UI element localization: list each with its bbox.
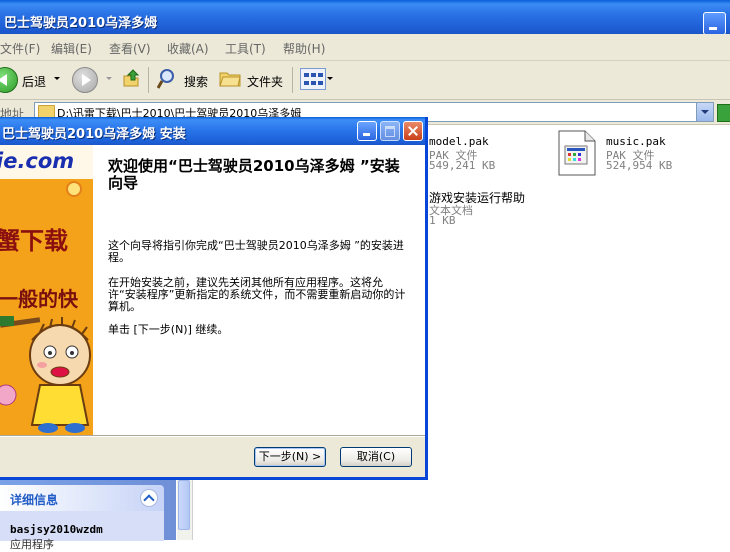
dialog-minimize-button[interactable] xyxy=(357,121,377,141)
welcome-heading: 欢迎使用“巴士驾驶员2010乌泽多姆 ”安装向导 xyxy=(108,157,400,192)
window-title: 巴士驾驶员2010乌泽多姆 xyxy=(4,16,158,31)
back-button[interactable]: 后退 xyxy=(22,73,46,90)
menu-file[interactable]: 文件(F) xyxy=(0,40,40,57)
setup-dialog: 巴士驾驶员2010乌泽多姆 安装 ie.com 蟹下载 一般的快 欢迎使用“巴士… xyxy=(0,117,428,480)
intro-paragraph: 这个向导将指引你完成“巴士驾驶员2010乌泽多姆 ”的安装进程。 xyxy=(108,239,404,264)
search-icon[interactable] xyxy=(157,67,181,91)
continue-instruction: 单击 [下一步(N)] 继续。 xyxy=(108,323,229,336)
search-button[interactable]: 搜索 xyxy=(184,73,208,90)
flower-icon xyxy=(66,181,82,197)
dialog-maximize-button xyxy=(380,121,400,141)
views-dropdown-icon[interactable] xyxy=(327,77,333,80)
folders-icon[interactable] xyxy=(219,69,241,87)
banner-text: 一般的快 xyxy=(0,287,78,311)
details-panel: 详细信息 basjsy2010wzdm 应用程序 xyxy=(0,485,164,551)
mascot-icon xyxy=(0,316,91,433)
menu-edit[interactable]: 编辑(E) xyxy=(51,40,92,57)
dialog-title-bar[interactable]: 巴士驾驶员2010乌泽多姆 安装 xyxy=(0,117,425,145)
menu-favorites[interactable]: 收藏(A) xyxy=(167,40,209,57)
file-size: 1 KB xyxy=(429,214,456,227)
pak-file-icon[interactable] xyxy=(557,130,597,176)
toolbar: 后退 搜索 文件夹 xyxy=(0,61,730,100)
back-dropdown-icon[interactable] xyxy=(54,77,60,80)
details-title: 详细信息 xyxy=(10,493,59,507)
collapse-chevron-icon[interactable] xyxy=(140,489,158,507)
advice-paragraph: 在开始安装之前，建议先关闭其他所有应用程序。这将允许“安装程序”更新指定的系统文… xyxy=(108,276,406,313)
next-button[interactable]: 下一步(N) > xyxy=(254,447,326,467)
views-icon[interactable] xyxy=(300,68,326,90)
dialog-separator xyxy=(0,435,425,437)
cancel-button[interactable]: 取消(C) xyxy=(340,447,412,467)
explorer-title-bar[interactable]: 巴士驾驶员2010乌泽多姆 xyxy=(0,0,730,35)
forward-arrow-icon[interactable] xyxy=(72,67,98,93)
forward-dropdown-icon[interactable] xyxy=(106,77,112,80)
menu-view[interactable]: 查看(V) xyxy=(109,40,151,57)
menu-tools[interactable]: 工具(T) xyxy=(225,40,266,57)
menu-bar: 文件(F) 编辑(E) 查看(V) 收藏(A) 工具(T) 帮助(H) xyxy=(0,34,730,61)
toolbar-separator xyxy=(292,67,293,93)
dialog-close-button[interactable] xyxy=(403,121,423,141)
banner-text: 蟹下载 xyxy=(0,226,68,255)
toolbar-separator xyxy=(148,67,149,93)
file-size: 524,954 KB xyxy=(606,159,673,172)
dialog-body: ie.com 蟹下载 一般的快 欢迎使用“巴士驾驶员2010乌泽多姆 ”安装向导 xyxy=(0,145,425,435)
menu-help[interactable]: 帮助(H) xyxy=(283,40,325,57)
scroll-thumb[interactable] xyxy=(178,480,190,530)
dialog-title: 巴士驾驶员2010乌泽多姆 安装 xyxy=(2,127,186,142)
minimize-button[interactable] xyxy=(703,12,726,35)
scrollbar[interactable] xyxy=(177,480,192,540)
installer-banner-image: ie.com 蟹下载 一般的快 xyxy=(0,145,93,435)
selected-item-name: basjsy2010wzdm xyxy=(10,523,103,536)
details-header[interactable]: 详细信息 xyxy=(0,485,164,511)
folders-button[interactable]: 文件夹 xyxy=(247,73,283,90)
banner-logo: ie.com xyxy=(0,149,75,173)
folder-up-icon[interactable] xyxy=(121,68,141,88)
file-size: 549,241 KB xyxy=(429,159,496,172)
back-arrow-icon[interactable] xyxy=(0,67,18,93)
selected-item-type: 应用程序 xyxy=(10,538,54,551)
details-body: basjsy2010wzdm 应用程序 xyxy=(0,511,164,551)
content-divider xyxy=(192,480,193,540)
go-arrow-icon[interactable] xyxy=(717,104,730,122)
address-dropdown-icon[interactable] xyxy=(696,103,713,121)
